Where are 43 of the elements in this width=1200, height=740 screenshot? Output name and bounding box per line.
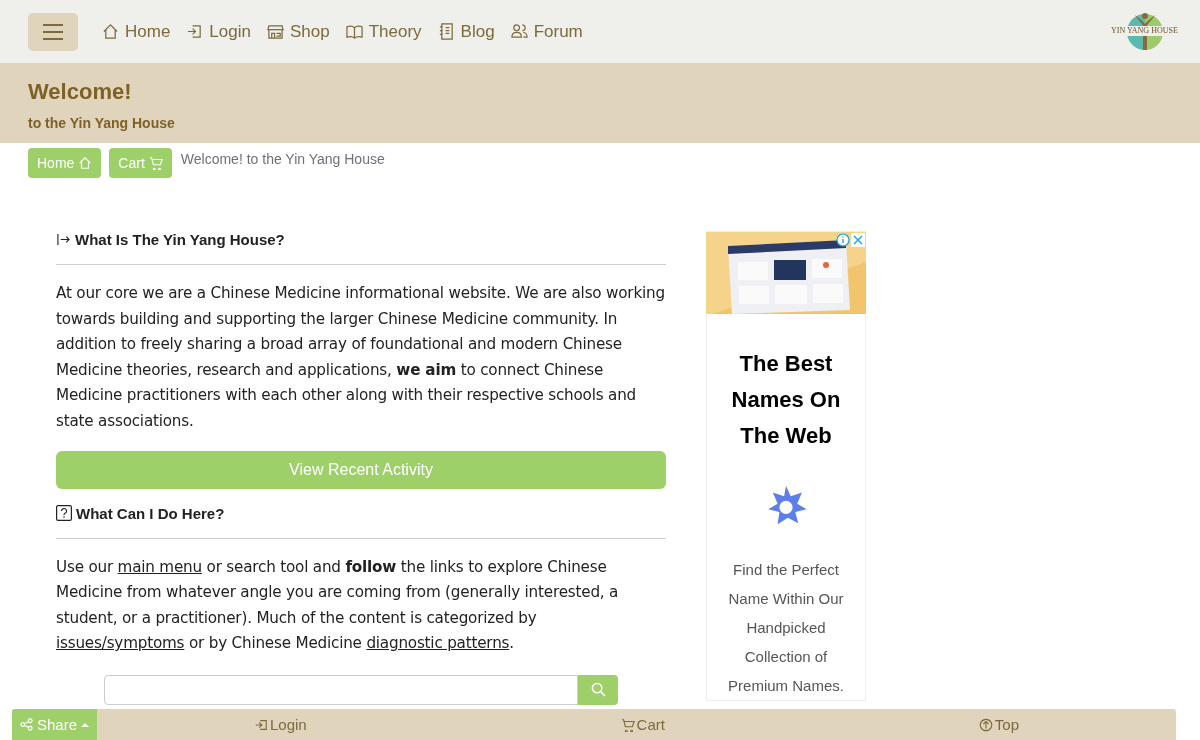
nav-link[interactable]: Shop — [266, 21, 330, 42]
notebook-icon — [437, 23, 455, 40]
breadcrumb-current: Welcome! to the Yin Yang House — [180, 150, 385, 167]
nav-link[interactable]: Home — [102, 21, 171, 42]
home-icon — [78, 156, 93, 170]
text-link[interactable]: issues/symptoms — [56, 634, 185, 653]
footer-link[interactable]: Login — [254, 716, 307, 733]
footer-link[interactable]: Cart — [620, 716, 665, 733]
ad-headline: The Best Names On The Web — [730, 350, 842, 451]
people-icon — [510, 23, 528, 40]
question-icon — [56, 505, 72, 522]
cart-icon — [148, 156, 163, 170]
footer-link[interactable]: Top — [978, 716, 1020, 733]
shop-icon — [266, 23, 284, 40]
banner-title: Welcome! — [28, 79, 133, 105]
text-link[interactable]: diagnostic patterns — [366, 634, 510, 653]
text-link[interactable]: main menu — [117, 557, 202, 576]
nav-link[interactable]: Blog — [437, 21, 495, 42]
ad-text: Find the Perfect Name Within Our Handpicked Collection of Premium Names. — [727, 560, 845, 696]
share-icon — [20, 718, 33, 731]
logo-text: YIN YANG HOUSE — [1110, 25, 1179, 36]
banner-subtitle: to the Yin Yang House — [28, 115, 176, 131]
book-icon — [345, 23, 363, 40]
nav-link[interactable]: Login — [186, 21, 251, 42]
cart-icon — [620, 717, 635, 732]
menu-button[interactable] — [28, 12, 78, 51]
nav-link[interactable]: Theory — [345, 21, 422, 42]
login-icon — [186, 23, 204, 40]
section-heading: What Is The Yin Yang House? — [75, 231, 285, 248]
caret-icon — [81, 722, 90, 727]
info-icon[interactable] — [836, 233, 850, 247]
home-icon — [102, 23, 119, 40]
paragraph: Use our main menu or search tool and follow the links to explore Chinese Medicine from whatever angle you are coming from (generally interested, a student, or a practitioner). Much of the content is categorized by issues/symptoms or by Chinese Medicine diagnostic patterns. — [56, 556, 620, 655]
search-button[interactable] — [578, 674, 618, 705]
arrow-icon — [56, 233, 71, 246]
search-icon — [590, 682, 606, 698]
menu-icon — [42, 23, 64, 40]
login-icon — [254, 717, 268, 732]
up-arrow-icon — [978, 717, 993, 732]
paragraph: At our core we are a Chinese Medicine informational website. We are also working towards building and supporting the larger Chinese Medicine community. In addition to freely sharing a broad array of foundational and modern Chinese Medicine theories, research and applications, we aim to connect Chinese Medicine practitioners with each other along with their respective schools and state associations. — [56, 283, 666, 432]
nav-link[interactable]: Forum — [510, 21, 583, 42]
section-heading: What Can I Do Here? — [76, 504, 225, 522]
search-field[interactable] — [104, 674, 578, 705]
